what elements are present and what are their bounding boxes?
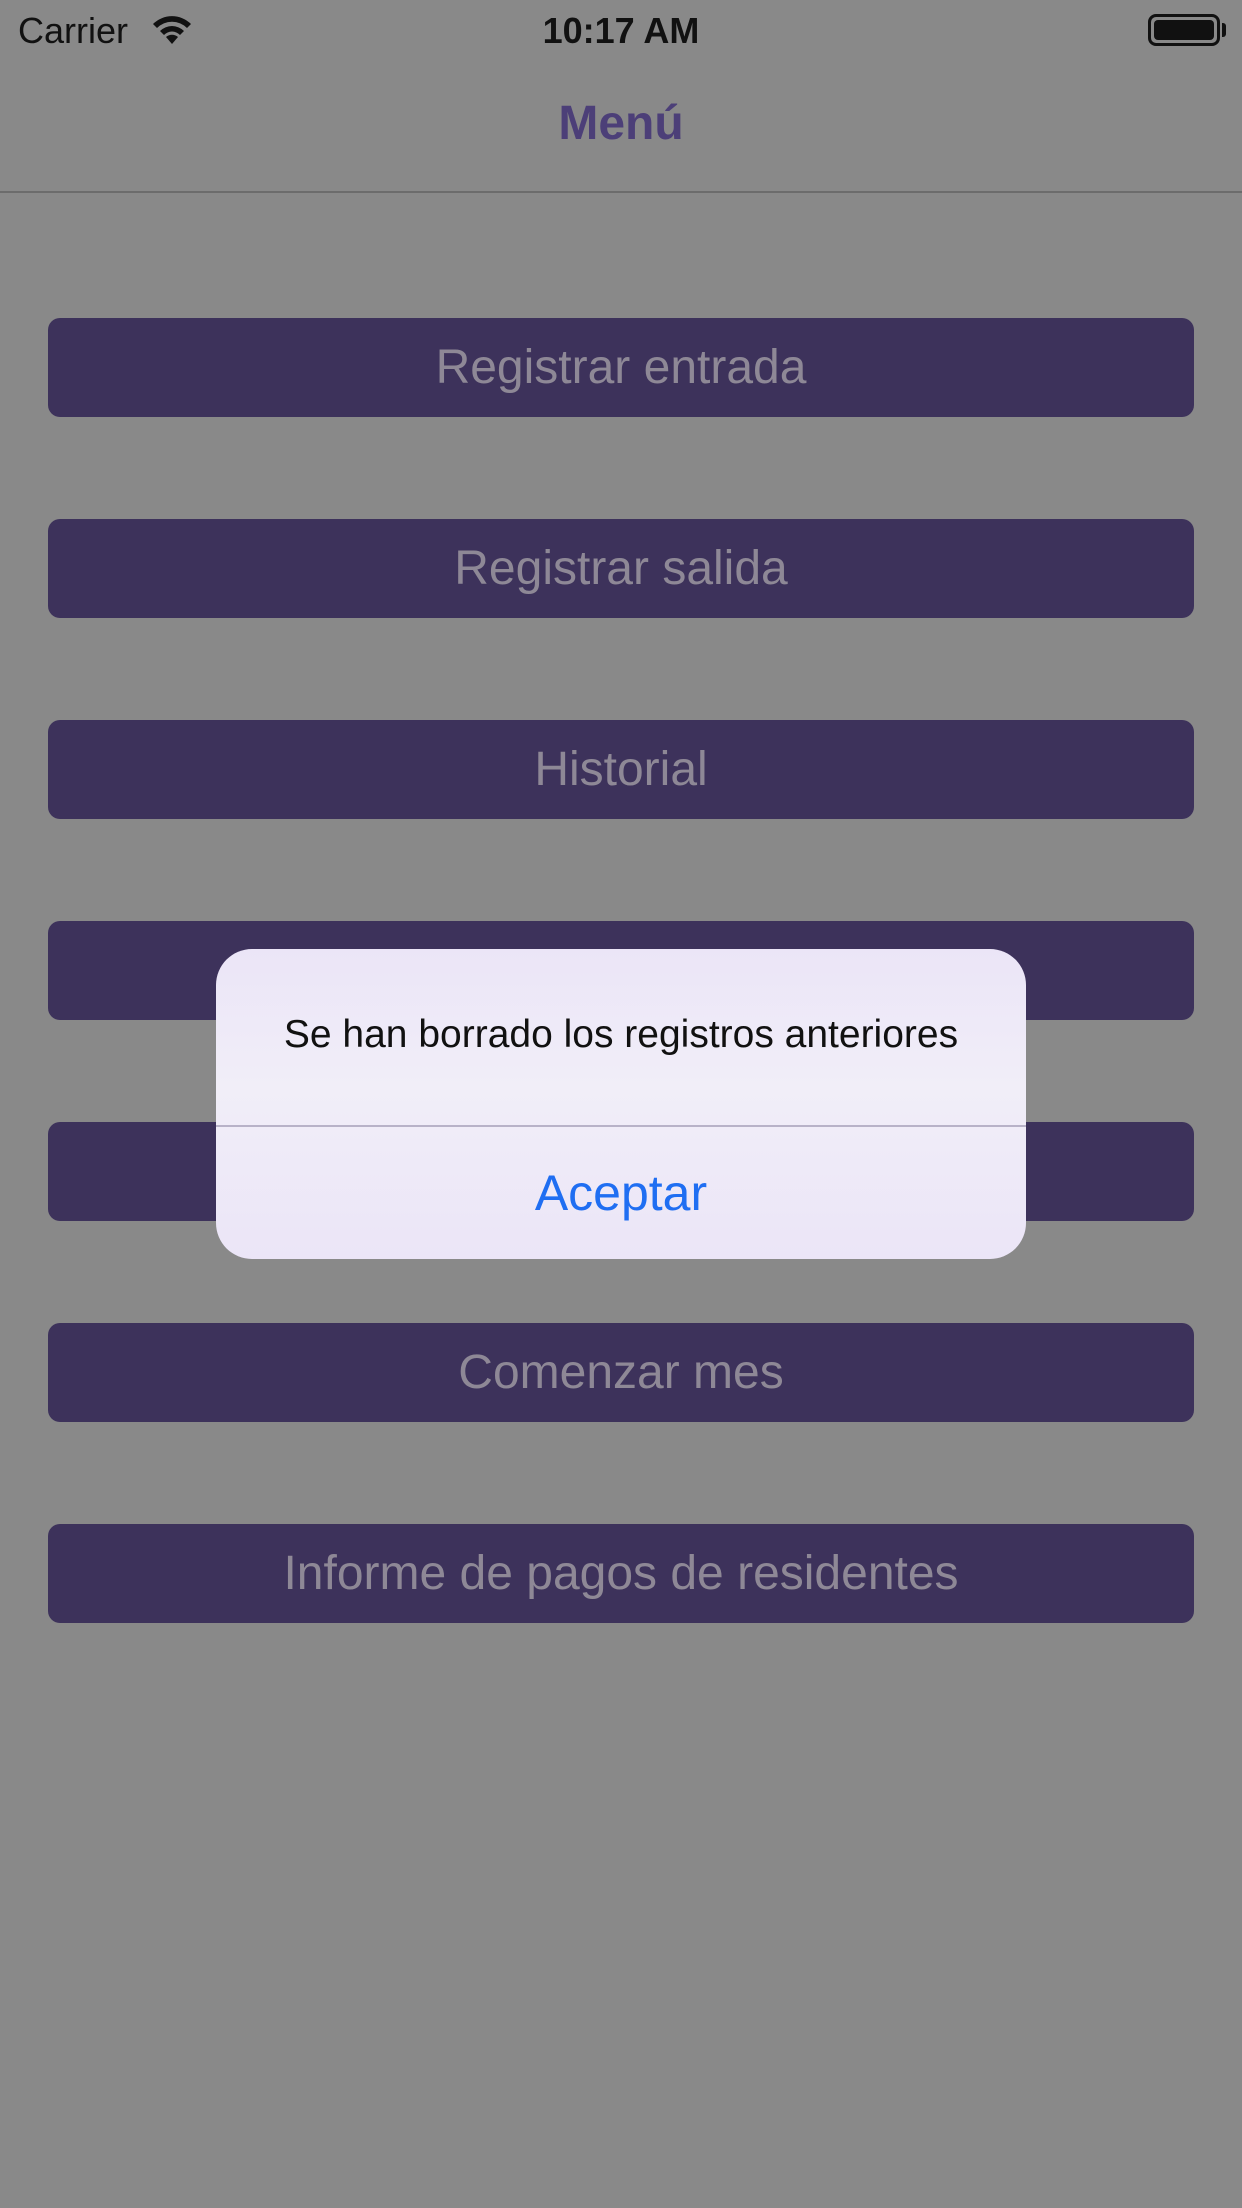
- register-exit-button[interactable]: Registrar salida: [48, 519, 1194, 618]
- register-entry-button[interactable]: Registrar entrada: [48, 318, 1194, 417]
- status-time: 10:17 AM: [542, 10, 700, 51]
- resident-payments-report-button[interactable]: Informe de pagos de residentes: [48, 1524, 1194, 1623]
- status-bar: Carrier 10:17 AM: [0, 0, 1242, 60]
- accept-button[interactable]: Aceptar: [216, 1127, 1026, 1259]
- battery-icon: [1148, 14, 1220, 46]
- alert-message: Se han borrado los registros anteriores: [283, 1013, 959, 1056]
- history-button[interactable]: Historial: [48, 720, 1194, 819]
- navigation-bar: Menú: [0, 60, 1242, 193]
- battery-tip: [1222, 23, 1226, 37]
- alert-dialog: Se han borrado los registros anteriores …: [216, 949, 1026, 1259]
- page-title: Menú: [558, 97, 684, 150]
- start-month-button[interactable]: Comenzar mes: [48, 1323, 1194, 1422]
